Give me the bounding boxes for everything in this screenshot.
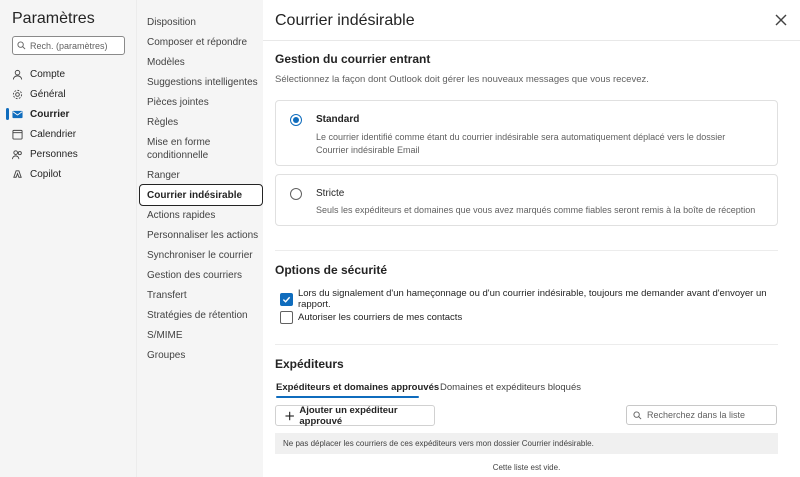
page-title: Courrier indésirable (275, 12, 415, 29)
nav-item-label: Général (30, 88, 66, 100)
nav-item-general[interactable]: Général (12, 86, 66, 102)
subnav-item[interactable]: Stratégies de rétention (147, 309, 248, 322)
security-heading: Options de sécurité (275, 263, 388, 277)
list-header: Ne pas déplacer les courriers de ces exp… (275, 433, 778, 454)
settings-nav: Paramètres Rech. (paramètres) Compte Gén… (0, 0, 136, 477)
close-icon[interactable] (774, 13, 788, 27)
tab-blocked-senders[interactable]: Domaines et expéditeurs bloqués (440, 382, 581, 393)
settings-search-placeholder: Rech. (paramètres) (30, 40, 108, 51)
subnav-item[interactable]: Personnaliser les actions (147, 229, 258, 242)
option-title: Stricte (316, 188, 345, 199)
subnav-item[interactable]: Ranger (147, 169, 180, 182)
calendar-icon (12, 129, 23, 140)
allow-contacts-option[interactable]: Autoriser les courriers de mes contacts (280, 311, 462, 324)
add-button-label: Ajouter un expéditeur approuvé (299, 404, 398, 427)
plus-icon (285, 411, 294, 420)
subnav-item[interactable]: Groupes (147, 349, 185, 362)
nav-item-courrier[interactable]: Courrier (12, 106, 69, 122)
radio-standard[interactable] (290, 114, 302, 126)
option-standard[interactable]: Standard Le courrier identifié comme éta… (275, 100, 778, 166)
settings-title: Paramètres (12, 10, 95, 27)
checkbox-label: Autoriser les courriers de mes contacts (298, 312, 463, 323)
nav-item-label: Courrier (30, 108, 70, 120)
settings-search-input[interactable]: Rech. (paramètres) (12, 36, 125, 55)
subnav-item[interactable]: Mise en forme conditionnelle (147, 136, 237, 162)
incoming-heading: Gestion du courrier entrant (275, 52, 431, 66)
nav-item-label: Personnes (30, 148, 78, 160)
nav-item-calendrier[interactable]: Calendrier (12, 126, 76, 142)
option-description: Seuls les expéditeurs et domaines que vo… (316, 205, 756, 215)
nav-item-label: Compte (30, 68, 66, 80)
checkmark-icon (282, 296, 291, 303)
subnav-item[interactable]: Gestion des courriers (147, 269, 242, 282)
nav-item-copilot[interactable]: Copilot (12, 166, 61, 182)
list-search-input[interactable]: Recherchez dans la liste (626, 405, 777, 425)
subnav-item-selected[interactable]: Courrier indésirable (139, 184, 263, 206)
radio-stricte[interactable] (290, 188, 302, 200)
option-stricte[interactable]: Stricte Seuls les expéditeurs et domaine… (275, 174, 778, 226)
incoming-description: Sélectionnez la façon dont Outlook doit … (275, 74, 649, 85)
subnav-item[interactable]: Règles (147, 116, 178, 129)
header-divider (263, 40, 800, 41)
active-indicator (6, 108, 9, 120)
option-description: Le courrier identifié comme étant du cou… (316, 132, 726, 155)
subnav-item[interactable]: Composer et répondre (147, 36, 247, 49)
nav-item-compte[interactable]: Compte (12, 66, 65, 82)
checkbox-label: Lors du signalement d'un hameçonnage ou … (297, 288, 767, 310)
mail-settings-subnav: Disposition Composer et répondre Modèles… (136, 0, 263, 477)
search-icon (17, 41, 26, 50)
list-search-placeholder: Recherchez dans la liste (647, 410, 746, 420)
people-icon (12, 149, 22, 159)
senders-heading: Expéditeurs (275, 357, 344, 371)
subnav-item[interactable]: Actions rapides (147, 209, 215, 222)
nav-item-personnes[interactable]: Personnes (12, 146, 78, 162)
nav-item-label: Calendrier (30, 128, 77, 140)
settings-content: Courrier indésirable Gestion du courrier… (263, 0, 800, 477)
subnav-item[interactable]: S/MIME (147, 329, 183, 342)
add-approved-sender-button[interactable]: Ajouter un expéditeur approuvé (275, 404, 435, 427)
search-icon (633, 410, 642, 419)
person-icon (12, 69, 23, 80)
subnav-item[interactable]: Synchroniser le courrier (147, 249, 253, 262)
tab-approved-senders[interactable]: Expéditeurs et domaines approuvés (276, 382, 439, 393)
subnav-item[interactable]: Pièces jointes (147, 96, 209, 109)
section-divider (275, 250, 778, 251)
subnav-item[interactable]: Suggestions intelligentes (147, 76, 258, 89)
checkbox-unchecked[interactable] (280, 311, 293, 324)
section-divider (275, 344, 778, 345)
subnav-item[interactable]: Modèles (147, 56, 185, 69)
phishing-report-option[interactable]: Lors du signalement d'un hameçonnage ou … (280, 288, 800, 310)
empty-list-message: Cette liste est vide. (492, 463, 561, 472)
checkbox-checked[interactable] (280, 292, 293, 306)
nav-item-label: Copilot (30, 168, 62, 180)
copilot-icon (13, 169, 22, 178)
subnav-item[interactable]: Disposition (147, 16, 196, 29)
gear-icon (12, 89, 23, 99)
subnav-item[interactable]: Transfert (147, 289, 187, 302)
mail-icon (12, 110, 23, 118)
option-title: Standard (316, 114, 360, 125)
active-tab-indicator (276, 396, 419, 398)
